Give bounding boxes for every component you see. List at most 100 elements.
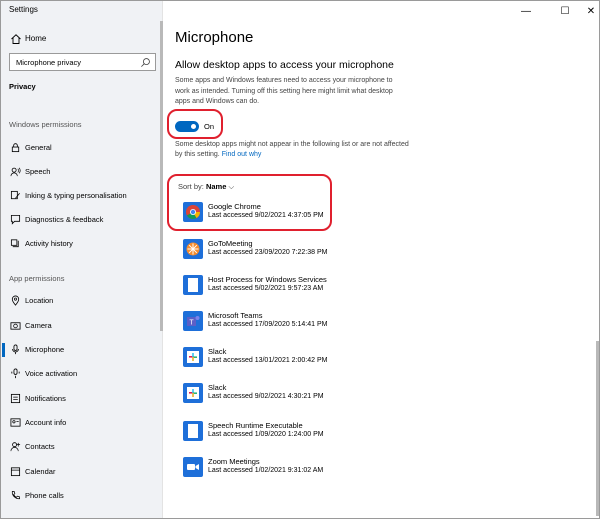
window-title: Settings bbox=[9, 5, 38, 14]
app-list-item: Slack Last accessed 9/02/2021 4:30:21 PM bbox=[183, 381, 443, 407]
active-section-title: Privacy bbox=[9, 82, 36, 91]
sidebar-item-label: Voice activation bbox=[25, 369, 78, 378]
sidebar-item-calendar[interactable]: Calendar bbox=[1, 462, 160, 482]
home-label: Home bbox=[25, 34, 47, 43]
sidebar-item-activity-history[interactable]: Activity history bbox=[1, 234, 160, 254]
sidebar-item-contacts[interactable]: Contacts bbox=[1, 437, 160, 457]
app-permissions-title: App permissions bbox=[9, 274, 65, 283]
sidebar-item-label: Speech bbox=[25, 167, 51, 176]
app-list-item: GoToMeeting Last accessed 23/09/2020 7:2… bbox=[183, 237, 443, 263]
chevron-down-icon: ⌵ bbox=[228, 182, 235, 191]
chrome-icon bbox=[183, 202, 203, 222]
sidebar-item-diagnostics[interactable]: Diagnostics & feedback bbox=[1, 210, 160, 230]
app-name: Slack bbox=[208, 347, 227, 356]
slack-icon bbox=[183, 383, 203, 403]
app-name: Microsoft Teams bbox=[208, 311, 263, 320]
sidebar-item-label: Activity history bbox=[25, 239, 73, 248]
calendar-icon bbox=[10, 467, 21, 477]
app-list-item: Host Process for Windows Services Last a… bbox=[183, 273, 443, 299]
contacts-icon bbox=[10, 442, 21, 452]
sidebar-item-phone-calls[interactable]: Phone calls bbox=[1, 486, 160, 506]
sidebar-item-label: Microphone bbox=[25, 345, 65, 354]
app-name: Google Chrome bbox=[208, 202, 261, 211]
home-nav-item[interactable]: Home bbox=[1, 30, 160, 48]
search-icon[interactable] bbox=[140, 57, 151, 68]
search-input-value: Microphone privacy bbox=[16, 58, 82, 67]
sidebar-item-label: Location bbox=[25, 296, 54, 305]
home-icon bbox=[11, 34, 21, 44]
app-last-accessed: Last accessed 5/02/2021 9:57:23 AM bbox=[208, 285, 324, 292]
sidebar-item-camera[interactable]: Camera bbox=[1, 316, 160, 336]
page-title: Microphone bbox=[175, 29, 254, 46]
toggle-knob bbox=[191, 123, 196, 129]
search-input[interactable]: Microphone privacy bbox=[9, 53, 156, 71]
sort-control[interactable]: Sort by: Name ⌵ bbox=[178, 182, 234, 192]
app-list-item: Slack Last accessed 13/01/2021 2:00:42 P… bbox=[183, 345, 443, 371]
app-name: Zoom Meetings bbox=[208, 457, 260, 466]
sidebar-item-label: Inking & typing personalisation bbox=[25, 191, 127, 200]
desktop-apps-toggle[interactable] bbox=[175, 120, 199, 132]
app-last-accessed: Last accessed 23/09/2020 7:22:38 PM bbox=[208, 249, 328, 256]
sidebar-item-microphone[interactable]: Microphone bbox=[1, 340, 160, 360]
lock-icon bbox=[11, 143, 20, 153]
sidebar-item-location[interactable]: Location bbox=[1, 291, 160, 311]
slack-icon bbox=[183, 347, 203, 367]
voice-activation-icon bbox=[11, 368, 20, 379]
sidebar-item-voice-activation[interactable]: Voice activation bbox=[1, 364, 160, 384]
sidebar: Home Microphone privacy Privacy Windows … bbox=[1, 1, 163, 518]
phone-icon bbox=[11, 491, 20, 500]
toggle-state-label: On bbox=[204, 122, 215, 131]
activity-history-icon bbox=[10, 239, 19, 248]
sidebar-item-label: Account info bbox=[25, 418, 67, 427]
sidebar-item-general[interactable]: General bbox=[1, 138, 160, 158]
sidebar-item-label: General bbox=[25, 143, 52, 152]
speech-runtime-icon bbox=[183, 421, 203, 441]
app-name: GoToMeeting bbox=[208, 239, 253, 248]
inking-icon bbox=[10, 190, 20, 200]
app-name: Speech Runtime Executable bbox=[208, 421, 303, 430]
app-list-item: T Microsoft Teams Last accessed 17/09/20… bbox=[183, 309, 443, 335]
camera-icon bbox=[10, 322, 21, 330]
app-last-accessed: Last accessed 9/02/2021 4:37:05 PM bbox=[208, 212, 324, 219]
app-list-item: Speech Runtime Executable Last accessed … bbox=[183, 419, 443, 445]
sidebar-item-label: Contacts bbox=[25, 442, 55, 451]
toggle-switch[interactable] bbox=[175, 120, 199, 132]
zoom-icon bbox=[183, 457, 203, 477]
app-last-accessed: Last accessed 17/09/2020 5:14:41 PM bbox=[208, 321, 328, 328]
sidebar-item-label: Camera bbox=[25, 321, 52, 330]
find-out-why-link[interactable]: Find out why bbox=[222, 151, 262, 158]
svg-text:T: T bbox=[189, 320, 194, 327]
app-last-accessed: Last accessed 9/02/2021 4:30:21 PM bbox=[208, 393, 324, 400]
active-indicator bbox=[2, 343, 5, 357]
app-name: Slack bbox=[208, 383, 227, 392]
app-list-item: Google Chrome Last accessed 9/02/2021 4:… bbox=[183, 200, 443, 226]
sidebar-item-label: Notifications bbox=[25, 394, 66, 403]
sidebar-item-label: Diagnostics & feedback bbox=[25, 215, 104, 224]
windows-permissions-title: Windows permissions bbox=[9, 120, 82, 129]
section-description: Some apps and Windows features need to a… bbox=[175, 77, 393, 105]
app-list-item: Zoom Meetings Last accessed 1/02/2021 9:… bbox=[183, 455, 443, 481]
settings-window: Home Microphone privacy Privacy Windows … bbox=[0, 0, 600, 519]
sidebar-item-notifications[interactable]: Notifications bbox=[1, 389, 160, 409]
sidebar-item-inking[interactable]: Inking & typing personalisation bbox=[1, 186, 160, 206]
close-button[interactable]: ✕ bbox=[576, 1, 599, 21]
note-text: Some desktop apps might not appear in th… bbox=[175, 141, 409, 158]
main-scrollbar[interactable] bbox=[596, 341, 599, 516]
title-bar: Settings — ☐ ✕ bbox=[1, 1, 599, 21]
feedback-icon bbox=[10, 214, 21, 225]
teams-icon: T bbox=[183, 311, 203, 331]
notifications-icon bbox=[10, 393, 21, 404]
sidebar-item-label: Phone calls bbox=[25, 491, 64, 500]
account-info-icon bbox=[10, 418, 21, 427]
microphone-icon bbox=[12, 344, 19, 355]
section-heading: Allow desktop apps to access your microp… bbox=[175, 59, 394, 71]
sidebar-item-speech[interactable]: Speech bbox=[1, 162, 160, 182]
app-name: Host Process for Windows Services bbox=[208, 275, 327, 284]
sidebar-item-account-info[interactable]: Account info bbox=[1, 413, 160, 433]
sort-value: Name bbox=[205, 182, 227, 191]
app-last-accessed: Last accessed 13/01/2021 2:00:42 PM bbox=[208, 357, 328, 364]
minimize-button[interactable]: — bbox=[511, 1, 541, 21]
host-process-icon bbox=[183, 275, 203, 295]
app-last-accessed: Last accessed 1/09/2020 1:24:00 PM bbox=[208, 431, 324, 438]
app-last-accessed: Last accessed 1/02/2021 9:31:02 AM bbox=[208, 467, 324, 474]
